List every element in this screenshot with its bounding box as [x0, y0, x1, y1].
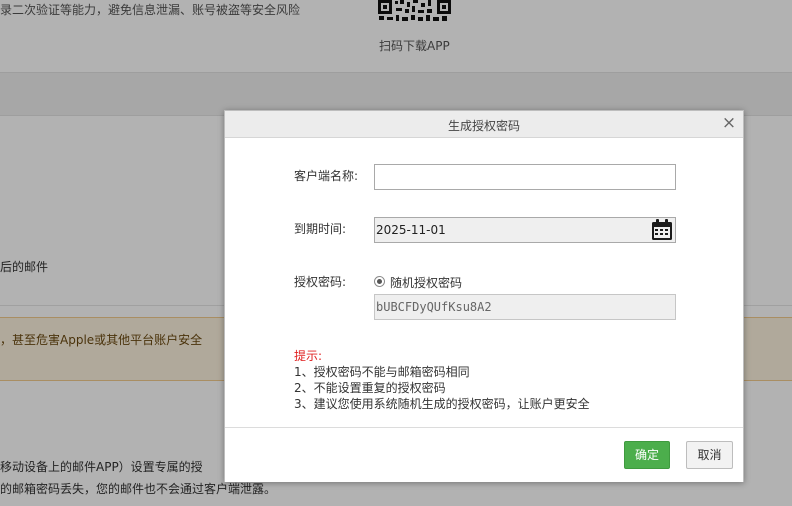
random-password-field: bUBCFDyQUfKsu8A2: [374, 294, 676, 320]
radio-selected-icon[interactable]: [374, 276, 385, 287]
random-password-value: bUBCFDyQUfKsu8A2: [376, 300, 492, 314]
tip-item: 2、不能设置重复的授权密码: [294, 381, 446, 395]
dialog-header: 生成授权密码 ×: [225, 111, 743, 138]
expiry-label: 到期时间:: [294, 222, 347, 236]
tip-item: 1、授权密码不能与邮箱密码相同: [294, 365, 470, 379]
dialog-footer: 确定 取消: [225, 427, 743, 482]
client-name-label: 客户端名称:: [294, 169, 359, 183]
calendar-icon[interactable]: [651, 219, 673, 241]
dialog-title: 生成授权密码: [447, 119, 520, 133]
tip-item: 3、建议您使用系统随机生成的授权密码，让账户更安全: [294, 397, 590, 411]
client-name-input[interactable]: [374, 164, 676, 190]
cancel-button[interactable]: 取消: [686, 441, 733, 469]
confirm-button[interactable]: 确定: [624, 441, 670, 469]
auth-password-label: 授权密码:: [294, 275, 347, 289]
random-password-option-label: 随机授权密码: [390, 276, 463, 290]
tips-block: 提示: 1、授权密码不能与邮箱密码相同 2、不能设置重复的授权密码 3、建议您使…: [294, 348, 590, 412]
expiry-date-field[interactable]: 2025-11-01: [374, 217, 676, 243]
close-icon[interactable]: ×: [720, 114, 738, 132]
tips-title: 提示:: [294, 349, 323, 363]
expiry-date-value: 2025-11-01: [376, 223, 446, 237]
generate-auth-password-dialog: 生成授权密码 × 客户端名称: 到期时间: 2025-11-01 授权密码: 随…: [224, 110, 744, 482]
